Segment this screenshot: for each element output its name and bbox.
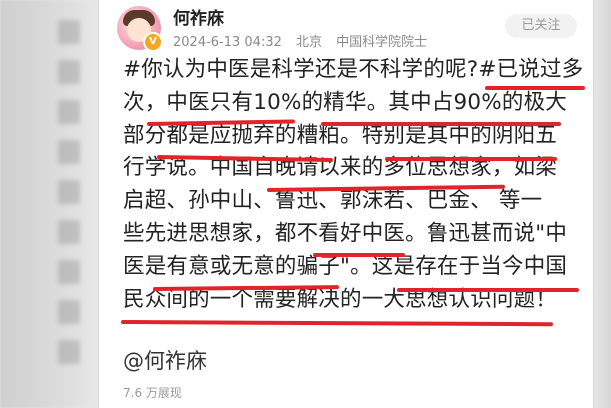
post-time: 2024-6-13 04:32	[173, 35, 282, 50]
post-line: 些先进思想家，都不看好中医。鲁迅甚而说"中	[123, 220, 568, 246]
blur-block	[58, 140, 80, 164]
blur-block	[58, 340, 80, 364]
blur-block	[58, 220, 80, 244]
blur-block	[58, 100, 80, 124]
blur-block	[58, 20, 80, 44]
verified-badge-icon: V	[143, 32, 163, 52]
red-underline-annotation	[397, 288, 579, 292]
blurred-background-left	[0, 0, 100, 408]
blur-block	[58, 260, 80, 284]
username[interactable]: 何祚庥	[173, 4, 224, 29]
follow-button[interactable]: 已关注	[505, 14, 577, 38]
user-title: 中国科学院院士	[336, 35, 428, 50]
view-count: 7.6 万展现	[123, 386, 182, 400]
blur-block	[58, 300, 80, 324]
red-underline-annotation	[485, 86, 585, 90]
post-line: #你认为中医是科学还是不科学的呢?#已说过多	[123, 57, 584, 82]
blur-block	[58, 180, 80, 204]
post-line: 次，中医只有10%的精华。其中占90%的极大	[123, 89, 567, 115]
red-underline-annotation	[321, 122, 561, 126]
mention-link[interactable]: @何祚庥	[123, 345, 207, 375]
blur-block	[58, 60, 80, 84]
red-underline-annotation	[120, 320, 554, 327]
red-underline-annotation	[313, 253, 405, 257]
post-meta: 2024-6-13 04:32 北京 中国科学院院士	[173, 31, 437, 50]
post-body: #你认为中医是科学还是不科学的呢?#已说过多 次，中医只有10%的精华。其中占9…	[123, 54, 585, 316]
post-card: V 何祚庥 2024-6-13 04:32 北京 中国科学院院士 已关注 #你认…	[98, 0, 594, 408]
red-underline-annotation	[385, 157, 557, 161]
post-location: 北京	[296, 35, 323, 50]
